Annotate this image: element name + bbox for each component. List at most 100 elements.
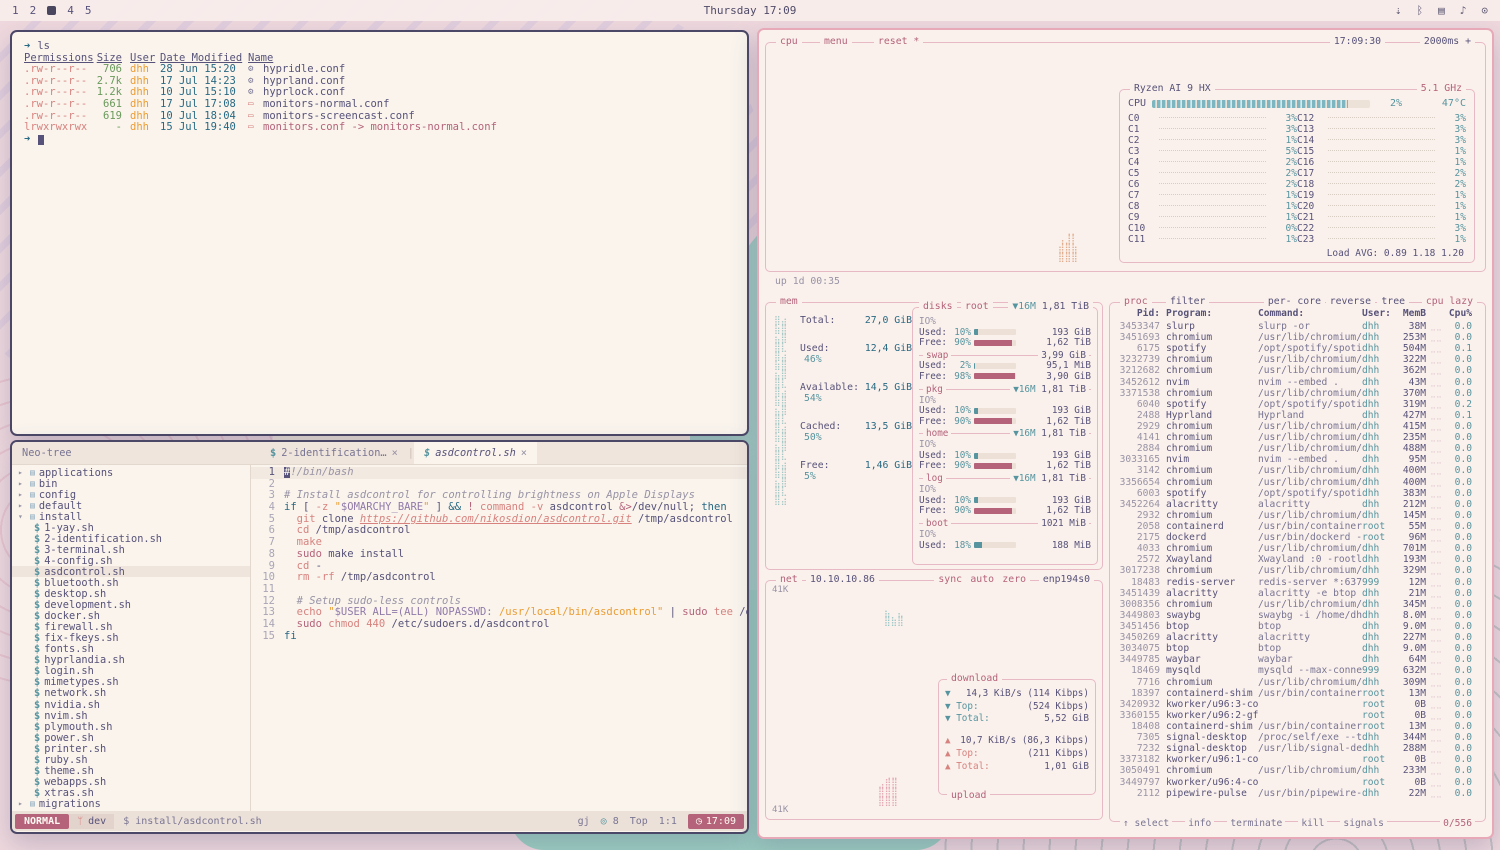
proc-row[interactable]: 3212682chromium/usr/lib/chromium/dhh362M… bbox=[1110, 365, 1485, 376]
tree-file-mimetypes.sh[interactable]: $mimetypes.sh bbox=[12, 677, 250, 688]
proc-row[interactable]: 6175spotify/opt/spotify/spotidhh504M⣀⣀0.… bbox=[1110, 343, 1485, 354]
proc-opt-reverse[interactable]: reverse bbox=[1326, 295, 1375, 308]
tree-file-plymouth.sh[interactable]: $plymouth.sh bbox=[12, 721, 250, 732]
proc-row[interactable]: 3142chromium/usr/lib/chromium/dhh400M⣀⣀0… bbox=[1110, 465, 1485, 476]
tree-file-firewall.sh[interactable]: $firewall.sh bbox=[12, 622, 250, 633]
proc-row[interactable]: 2932chromium/usr/lib/chromium/dhh145M⣀⣀0… bbox=[1110, 510, 1485, 521]
tree-file-asdcontrol.sh[interactable]: $asdcontrol.sh bbox=[12, 566, 250, 577]
tree-dir-config[interactable]: ▸▤config bbox=[12, 489, 250, 500]
proc-row[interactable]: 18483redis-serverredis-server *:63799912… bbox=[1110, 577, 1485, 588]
proc-row[interactable]: 3420932kworker/u96:3-coroot0B⣀⣀0.0 bbox=[1110, 699, 1485, 710]
proc-row[interactable]: 4033chromium/usr/lib/chromium/dhh701M⣀⣀0… bbox=[1110, 543, 1485, 554]
proc-opt-tree[interactable]: tree bbox=[1377, 295, 1409, 308]
proc-row[interactable]: 6003spotify/opt/spotify/spotidhh383M⣀⣀0.… bbox=[1110, 488, 1485, 499]
tree-dir-install[interactable]: ▾▤install bbox=[12, 511, 250, 522]
proc-row[interactable]: 18408containerd-shim/usr/bin/containerro… bbox=[1110, 721, 1485, 732]
proc-opt-percore[interactable]: per- core bbox=[1264, 295, 1325, 308]
tree-file-printer.sh[interactable]: $printer.sh bbox=[12, 743, 250, 754]
proc-row[interactable]: 2929chromium/usr/lib/chromium/dhh415M⣀⣀0… bbox=[1110, 421, 1485, 432]
proc-row[interactable]: 3450269alacrittyalacrittydhh227M⣀⣀0.0 bbox=[1110, 632, 1485, 643]
bluetooth-icon[interactable]: ᛒ bbox=[1417, 4, 1424, 17]
proc-row[interactable]: 2058containerd/usr/bin/containerroot55M⣀… bbox=[1110, 521, 1485, 532]
tree-file-theme.sh[interactable]: $theme.sh bbox=[12, 765, 250, 776]
net-opt-sync[interactable]: sync bbox=[934, 573, 966, 586]
proc-row[interactable]: 3033165nvimnvim --embed .dhh95M⣀⣀0.0 bbox=[1110, 454, 1485, 465]
tree-file-desktop.sh[interactable]: $desktop.sh bbox=[12, 589, 250, 600]
proc-row[interactable]: 3452264alacrittyalacrittydhh212M⣀⣀0.0 bbox=[1110, 499, 1485, 510]
tree-dir-bin[interactable]: ▸▤bin bbox=[12, 478, 250, 489]
disks-label[interactable]: disks bbox=[919, 300, 957, 313]
clock[interactable]: Thursday 17:09 bbox=[0, 4, 1500, 17]
tree-file-docker.sh[interactable]: $docker.sh bbox=[12, 611, 250, 622]
proc-row[interactable]: 3449797kworker/u96:4-coroot0B⣀⣀0.0 bbox=[1110, 776, 1485, 787]
volume-icon[interactable]: ♪ bbox=[1460, 4, 1467, 17]
proc-rows[interactable]: 3453347slurpslurp -ordhh38M⣀⣀0.03451693c… bbox=[1110, 321, 1485, 799]
prompt-line-2[interactable]: ➜ bbox=[24, 134, 735, 146]
close-icon[interactable]: × bbox=[392, 447, 398, 459]
mem-label[interactable]: mem bbox=[776, 295, 802, 308]
proc-row[interactable]: 3373182kworker/u96:1-coroot0B⣀⣀0.0 bbox=[1110, 754, 1485, 765]
net-opt-zero[interactable]: zero bbox=[998, 573, 1030, 586]
tree-file-fix-fkeys.sh[interactable]: $fix-fkeys.sh bbox=[12, 633, 250, 644]
tree-file-bluetooth.sh[interactable]: $bluetooth.sh bbox=[12, 577, 250, 588]
display-icon[interactable]: ▤ bbox=[1438, 4, 1445, 17]
proc-row[interactable]: 3356654chromium/usr/lib/chromium/dhh400M… bbox=[1110, 477, 1485, 488]
proc-row[interactable]: 18469mysqldmysqld --max-conne999632M⣀⣀0.… bbox=[1110, 665, 1485, 676]
proc-sort[interactable]: cpu lazy bbox=[1422, 295, 1477, 308]
proc-action-terminate[interactable]: terminate bbox=[1227, 818, 1285, 829]
proc-row[interactable]: 2572XwaylandXwayland :0 -rootldhh193M⣀⣀0… bbox=[1110, 554, 1485, 565]
tree-dir-applications[interactable]: ▸▤applications bbox=[12, 467, 250, 478]
tree-file-4-config.sh[interactable]: $4-config.sh bbox=[12, 555, 250, 566]
proc-row[interactable]: 3034075btopbtopdhh9.0M⣀⣀0.0 bbox=[1110, 643, 1485, 654]
proc-row[interactable]: 7716chromium/usr/lib/chromium/dhh309M⣀⣀0… bbox=[1110, 677, 1485, 688]
proc-row[interactable]: 2175dockerd/usr/bin/dockerd -root96M⣀⣀0.… bbox=[1110, 532, 1485, 543]
power-icon[interactable]: ⊙ bbox=[1481, 4, 1488, 17]
git-branch[interactable]: ᛘ dev bbox=[69, 814, 114, 829]
proc-row[interactable]: 2112pipewire-pulse/usr/bin/pipewire-dhh2… bbox=[1110, 788, 1485, 799]
close-icon[interactable]: × bbox=[521, 447, 527, 459]
tree-file-3-terminal.sh[interactable]: $3-terminal.sh bbox=[12, 544, 250, 555]
btop-window[interactable]: cpu menu reset * 17:09:30 2000ms + ⠀⢀⡀ ⢠… bbox=[757, 28, 1494, 839]
tree-file-ruby.sh[interactable]: $ruby.sh bbox=[12, 754, 250, 765]
tree-file-2-identification.sh[interactable]: $2-identification.sh bbox=[12, 533, 250, 544]
tree-file-nvim.sh[interactable]: $nvim.sh bbox=[12, 710, 250, 721]
proc-row[interactable]: 3360155kworker/u96:2-gfroot0B⣀⣀0.0 bbox=[1110, 710, 1485, 721]
tab-menu[interactable]: menu bbox=[820, 35, 852, 48]
proc-row[interactable]: 4141chromium/usr/lib/chromium/dhh235M⣀⣀0… bbox=[1110, 432, 1485, 443]
tree-file-webapps.sh[interactable]: $webapps.sh bbox=[12, 776, 250, 787]
tree-file-1-yay.sh[interactable]: $1-yay.sh bbox=[12, 522, 250, 533]
proc-row[interactable]: 3451693chromium/usr/lib/chromium/dhh253M… bbox=[1110, 332, 1485, 343]
proc-row[interactable]: 6040spotify/opt/spotify/spotidhh319M⣀⣀0.… bbox=[1110, 399, 1485, 410]
tab-cpu[interactable]: cpu bbox=[776, 35, 802, 48]
proc-filter[interactable]: filter bbox=[1166, 295, 1209, 308]
update-icon[interactable]: ⇣ bbox=[1395, 4, 1402, 17]
tab-2-identification[interactable]: $ 2-identification… × bbox=[260, 442, 408, 464]
net-opt-auto[interactable]: auto bbox=[966, 573, 998, 586]
proc-row[interactable]: 18397containerd-shim/usr/bin/containerro… bbox=[1110, 688, 1485, 699]
tree-dir-migrations[interactable]: ▸▤migrations bbox=[12, 798, 250, 809]
proc-row[interactable]: 3050491chromium/usr/lib/chromium/dhh233M… bbox=[1110, 765, 1485, 776]
proc-row[interactable]: 2488HyprlandHyprlanddhh427M⣀⣀0.1 bbox=[1110, 410, 1485, 421]
proc-row[interactable]: 3452612nvimnvim --embed .dhh43M⣀⣀0.0 bbox=[1110, 377, 1485, 388]
terminal-window[interactable]: ➜ls PermissionsSizeUserDate ModifiedName… bbox=[10, 30, 749, 436]
refresh-interval[interactable]: 2000ms + bbox=[1420, 35, 1475, 48]
proc-row[interactable]: 7232signal-desktop/usr/lib/signal-dedhh2… bbox=[1110, 743, 1485, 754]
proc-row[interactable]: 3453347slurpslurp -ordhh38M⣀⣀0.0 bbox=[1110, 321, 1485, 332]
tree-file-xtras.sh[interactable]: $xtras.sh bbox=[12, 787, 250, 798]
proc-row[interactable]: 3449803swaybgswaybg -i /home/dhdhh8.0M⣀⣀… bbox=[1110, 610, 1485, 621]
tree-file-nvidia.sh[interactable]: $nvidia.sh bbox=[12, 699, 250, 710]
editor-window[interactable]: Neo-tree $ 2-identification… × | $ asdco… bbox=[10, 440, 749, 834]
proc-action-kill[interactable]: kill bbox=[1298, 818, 1327, 829]
proc-row[interactable]: 3232739chromium/usr/lib/chromium/dhh322M… bbox=[1110, 354, 1485, 365]
tree-file-power.sh[interactable]: $power.sh bbox=[12, 732, 250, 743]
proc-row[interactable]: 3008356chromium/usr/lib/chromium/dhh345M… bbox=[1110, 599, 1485, 610]
neotree-panel[interactable]: ▸▤applications▸▤bin▸▤config▸▤default▾▤in… bbox=[12, 465, 251, 811]
proc-label[interactable]: proc bbox=[1120, 295, 1152, 308]
proc-row[interactable]: 3371538chromium/usr/lib/chromium/dhh370M… bbox=[1110, 388, 1485, 399]
proc-action-select[interactable]: ↑ select bbox=[1120, 818, 1172, 829]
tree-file-login.sh[interactable]: $login.sh bbox=[12, 666, 250, 677]
proc-row[interactable]: 3017238chromium/usr/lib/chromium/dhh329M… bbox=[1110, 565, 1485, 576]
proc-row[interactable]: 2884chromium/usr/lib/chromium/dhh488M⣀⣀0… bbox=[1110, 443, 1485, 454]
proc-row[interactable]: 3451439alacrittyalacritty -e btopdhh21M⣀… bbox=[1110, 588, 1485, 599]
code-area[interactable]: 1#!/bin/bash23# Install asdcontrol for c… bbox=[251, 465, 747, 811]
